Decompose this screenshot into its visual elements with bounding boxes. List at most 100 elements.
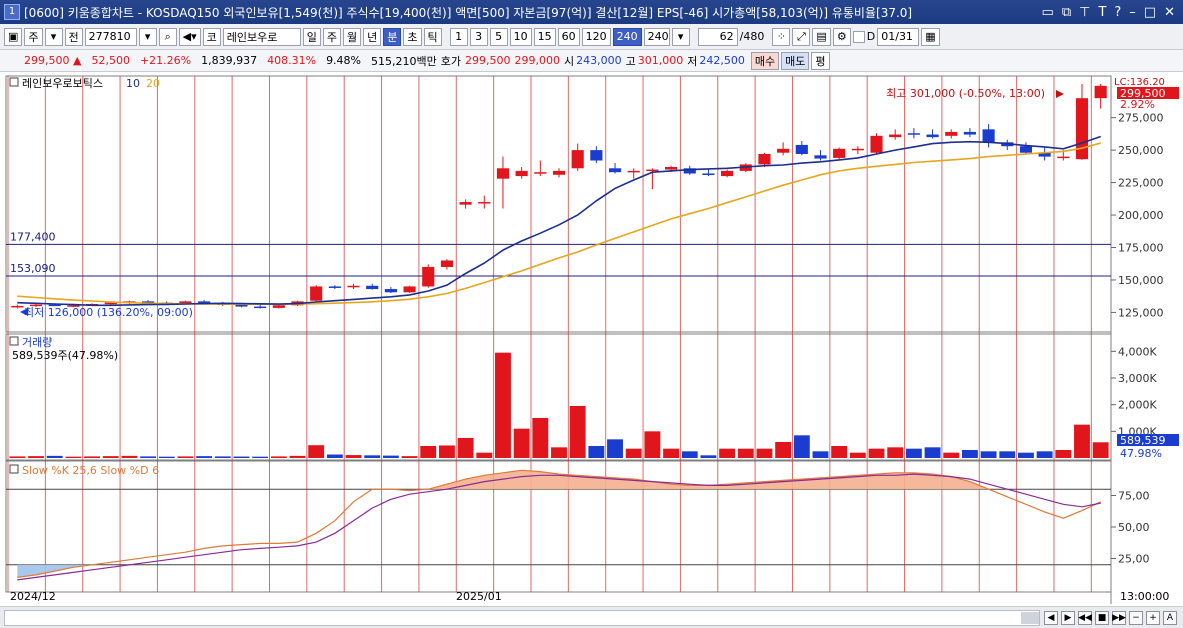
candle[interactable] — [496, 168, 510, 179]
period-second[interactable]: 초 — [403, 27, 422, 46]
candle[interactable] — [833, 148, 846, 158]
calendar-icon[interactable]: ▦ — [921, 27, 940, 46]
grid-icon[interactable]: ⁘ — [772, 27, 791, 46]
interval-15[interactable]: 15 — [533, 27, 556, 46]
volume-bar[interactable] — [887, 447, 904, 458]
candle[interactable] — [254, 306, 267, 309]
minimize-button[interactable]: – — [1129, 5, 1136, 20]
volume-bar[interactable] — [1055, 450, 1072, 458]
candle[interactable] — [851, 148, 864, 151]
volume-bar[interactable] — [177, 456, 194, 458]
volume-bar[interactable] — [1036, 451, 1053, 458]
candle[interactable] — [571, 150, 584, 169]
draw-icon[interactable]: ⤢ — [792, 27, 811, 46]
volume-bar[interactable] — [326, 454, 343, 458]
name-button[interactable]: 코 — [202, 27, 221, 46]
close-button[interactable]: ✕ — [1164, 5, 1175, 20]
rewind-button[interactable]: ◀◀ — [1078, 610, 1092, 625]
volume-bar[interactable] — [252, 456, 269, 458]
period-week[interactable]: 주 — [322, 27, 342, 46]
candle[interactable] — [646, 169, 659, 172]
volume-bar[interactable] — [719, 448, 736, 458]
candle[interactable] — [478, 202, 491, 204]
volume-bar[interactable] — [943, 452, 960, 458]
candle[interactable] — [590, 150, 603, 161]
volume-bar[interactable] — [681, 451, 698, 458]
search-icon[interactable]: ⌕ — [158, 27, 177, 46]
minimize-rect-icon[interactable]: ▭ — [1042, 5, 1054, 20]
volume-bar[interactable] — [345, 455, 362, 458]
candle[interactable] — [403, 286, 416, 293]
market-select[interactable]: 주 — [24, 27, 43, 46]
volume-bar[interactable] — [308, 445, 325, 458]
candle[interactable] — [347, 285, 360, 288]
volume-bar[interactable] — [289, 455, 306, 458]
interval-5[interactable]: 5 — [489, 27, 508, 46]
volume-bar[interactable] — [233, 456, 250, 458]
volume-bar[interactable] — [65, 456, 82, 458]
candle[interactable] — [664, 166, 678, 170]
volume-bar[interactable] — [158, 456, 175, 458]
candle[interactable] — [758, 154, 771, 165]
stop-button[interactable]: ■ — [1095, 610, 1109, 625]
volume-bar[interactable] — [737, 448, 754, 458]
volume-bar[interactable] — [476, 452, 493, 458]
candle[interactable] — [945, 131, 958, 136]
candle[interactable] — [515, 170, 528, 177]
interval-value-input[interactable]: 240 — [643, 27, 670, 46]
volume-bar[interactable] — [999, 451, 1016, 458]
volume-bar[interactable] — [214, 456, 231, 458]
count-input[interactable]: 62 — [697, 27, 738, 46]
candle[interactable] — [1019, 146, 1033, 153]
candle[interactable] — [926, 134, 939, 138]
volume-bar[interactable] — [457, 438, 474, 458]
interval-10[interactable]: 10 — [509, 27, 532, 46]
volume-bar[interactable] — [905, 448, 922, 458]
dropdown-icon[interactable]: ▾ — [44, 27, 63, 46]
sell-button[interactable]: 매도 — [781, 51, 810, 70]
volume-bar[interactable] — [980, 451, 997, 458]
buy-button[interactable]: 매수 — [750, 51, 780, 70]
speaker-icon[interactable]: ◀▾ — [178, 27, 201, 46]
code-dropdown-icon[interactable]: ▾ — [138, 27, 157, 46]
volume-bar[interactable] — [849, 452, 866, 458]
candle[interactable] — [627, 170, 640, 173]
stock-chart[interactable]: 275,000 250,000 225,000 200,000 175,000 150,0… — [0, 72, 1183, 606]
candle[interactable] — [963, 131, 976, 135]
candle[interactable] — [534, 172, 547, 174]
volume-bar[interactable] — [196, 456, 213, 458]
volume-bar[interactable] — [1074, 424, 1090, 458]
volume-bar[interactable] — [121, 455, 138, 458]
candle[interactable] — [272, 305, 285, 308]
volume-bar[interactable] — [588, 446, 605, 458]
period-tick[interactable]: 틱 — [423, 27, 442, 46]
candle[interactable] — [907, 133, 920, 135]
candle[interactable] — [1075, 98, 1089, 160]
volume-bar[interactable] — [28, 456, 44, 458]
volume-bar[interactable] — [961, 450, 978, 458]
period-minute[interactable]: 분 — [383, 27, 402, 46]
pin-icon[interactable]: ⊤ — [1079, 5, 1090, 20]
volume-bar[interactable] — [644, 431, 661, 458]
volume-bar[interactable] — [569, 406, 586, 458]
candle[interactable] — [702, 173, 715, 175]
volume-bar[interactable] — [924, 447, 941, 458]
interval-3[interactable]: 3 — [469, 27, 488, 46]
candle[interactable] — [11, 305, 24, 308]
auto-button[interactable]: A — [1163, 610, 1177, 625]
volume-bar[interactable] — [868, 448, 885, 458]
candle[interactable] — [1094, 85, 1107, 99]
settings-icon[interactable]: ⚙ — [832, 27, 851, 46]
scroll-thumb[interactable] — [1021, 611, 1039, 624]
volume-bar[interactable] — [775, 442, 792, 458]
volume-bar[interactable] — [793, 435, 810, 458]
horizontal-scrollbar[interactable] — [4, 609, 1040, 626]
candle[interactable] — [795, 144, 808, 155]
candle[interactable] — [328, 286, 341, 288]
volume-bar[interactable] — [1092, 442, 1109, 458]
candle[interactable] — [552, 170, 566, 175]
interval-60[interactable]: 60 — [557, 27, 580, 46]
candle[interactable] — [440, 260, 454, 267]
candle[interactable] — [459, 202, 472, 205]
interval-dropdown-icon[interactable]: ▾ — [671, 27, 690, 46]
